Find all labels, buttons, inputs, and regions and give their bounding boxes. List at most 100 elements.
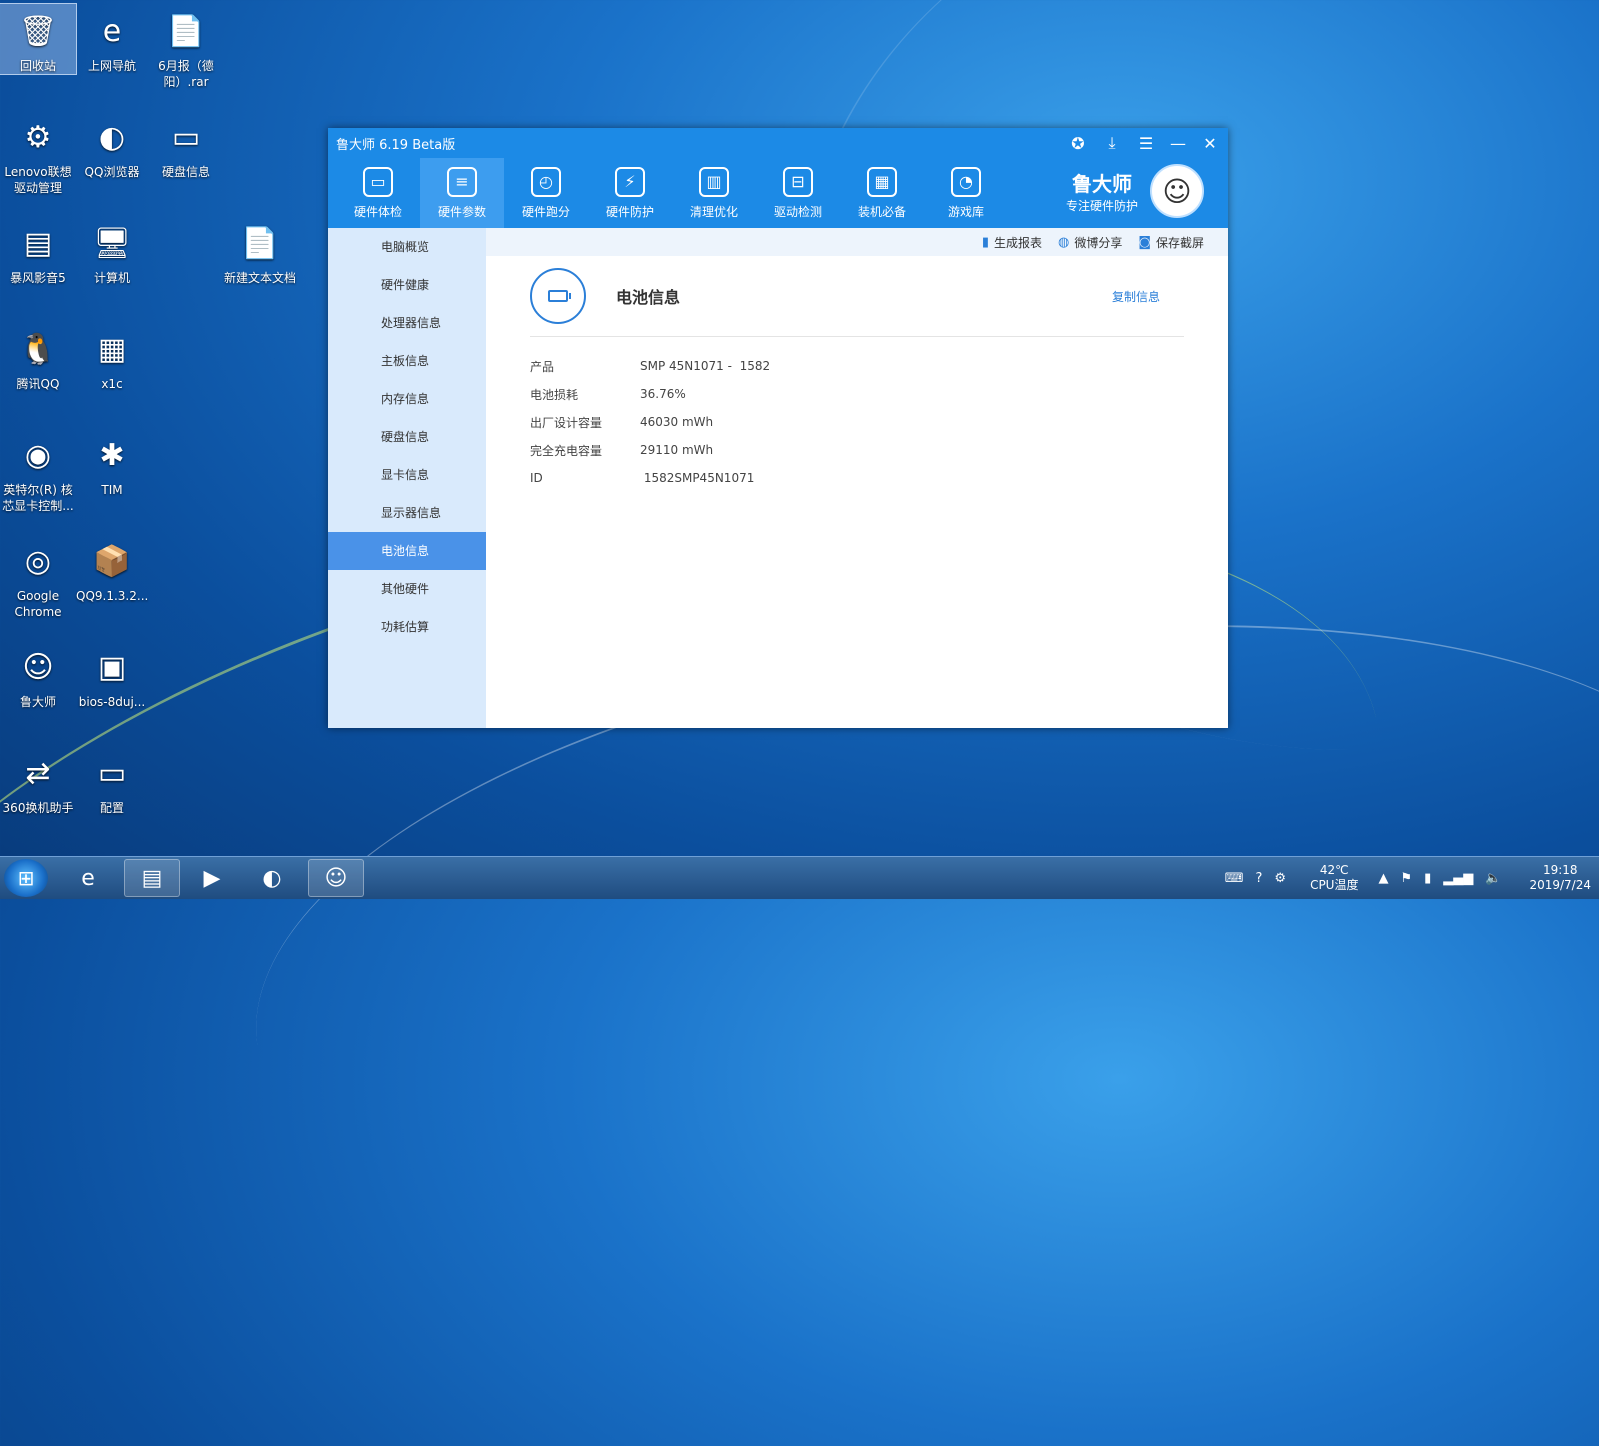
battery-info-row: 产品 SMP 45N1071 - 1582	[530, 352, 770, 380]
taskbar-qq-browser-button[interactable]: ◐	[244, 859, 300, 897]
desktop-icon[interactable]: ◐ QQ浏览器	[74, 110, 150, 180]
desktop-icon[interactable]: e 上网导航	[74, 4, 150, 74]
sidebar-item[interactable]: 显示器信息	[328, 494, 486, 532]
desktop-icon[interactable]: ✱ TIM	[74, 428, 150, 498]
sidebar-item[interactable]: 其他硬件	[328, 570, 486, 608]
tool-broom[interactable]: ▥ 清理优化	[672, 158, 756, 228]
tool-label: 装机必备	[857, 204, 906, 219]
apps-icon: ▦	[867, 166, 897, 197]
ie-icon: e	[102, 14, 122, 49]
desktop-icon[interactable]: 🐧 腾讯QQ	[0, 322, 76, 392]
system-tray: ⌨ ? ⚙ 42℃ CPU温度 ▲ ⚑ ▮ ▂▄▆ 🔈 19:18 2019/7…	[1219, 857, 1591, 899]
download-icon[interactable]: ⤓	[1096, 128, 1128, 158]
sidebar-item[interactable]: 硬件健康	[328, 266, 486, 304]
tool-label: 硬件跑分	[521, 204, 570, 219]
section-title: 电池信息	[616, 288, 681, 307]
gamepad-icon: ◔	[951, 166, 981, 197]
help-icon[interactable]: ?	[1256, 871, 1263, 886]
taskbar-ie-button[interactable]: e	[60, 859, 116, 897]
taskbar-ludashi-button[interactable]: ☺	[308, 859, 364, 897]
window-titlebar[interactable]: 鲁大师 6.19 Beta版 ✪ ⤓ ☰ — ✕	[328, 128, 1228, 158]
desktop-icon[interactable]: ☺ 鲁大师	[0, 640, 76, 710]
taskbar-explorer-button[interactable]: ▤	[124, 859, 180, 897]
sidebar-item[interactable]: 电脑概览	[328, 228, 486, 266]
signal-icon[interactable]: ▂▄▆	[1443, 871, 1473, 886]
desktop-icon[interactable]: ⇄ 360换机助手	[0, 746, 76, 816]
action-bar: ▮ 生成报表 ◍ 微博分享 ◙ 保存截屏	[486, 228, 1228, 256]
tool-shield[interactable]: ⚡ 硬件防护	[588, 158, 672, 228]
storm-player-icon: ▤	[23, 226, 53, 261]
action-chart[interactable]: ▮ 生成报表	[982, 234, 1042, 251]
desktop-icon[interactable]: ⚙ Lenovo联想驱动管理	[0, 110, 76, 196]
list-icon: ≡	[447, 166, 477, 197]
sidebar-item[interactable]: 显卡信息	[328, 456, 486, 494]
sidebar-item[interactable]: 功耗估算	[328, 608, 486, 646]
tool-gamepad[interactable]: ◔ 游戏库	[924, 158, 1008, 228]
desktop-icon-label: 计算机	[93, 271, 130, 285]
qq-browser-icon: ◐	[262, 865, 282, 891]
volume-icon[interactable]: 🔈	[1485, 871, 1501, 886]
desktop-icon[interactable]: 📦 QQ9.1.3.2...	[74, 534, 150, 604]
brand-name: 鲁大师	[1071, 172, 1132, 196]
desktop-icon[interactable]: 📄 新建文本文档	[222, 216, 298, 286]
clock[interactable]: 19:18 2019/7/24	[1529, 863, 1591, 893]
tool-apps[interactable]: ▦ 装机必备	[840, 158, 924, 228]
disk-icon: ▭	[171, 120, 201, 155]
brand: 鲁大师 专注硬件防护 ☺	[1066, 164, 1204, 218]
desktop-icon[interactable]: ▭ 配置	[74, 746, 150, 816]
minimize-icon[interactable]: —	[1162, 128, 1194, 158]
tray-settings-icon[interactable]: ⚙	[1274, 871, 1286, 886]
desktop-icon[interactable]: ▤ 暴风影音5	[0, 216, 76, 286]
qq-browser-icon: ◐	[98, 120, 126, 155]
keyboard-icon[interactable]: ⌨	[1225, 871, 1244, 886]
action-weibo[interactable]: ◍ 微博分享	[1058, 234, 1122, 251]
sidebar-item[interactable]: 硬盘信息	[328, 418, 486, 456]
desktop-icon[interactable]: 🗑 回收站	[0, 3, 77, 75]
tool-toolbox[interactable]: ⊟ 驱动检测	[756, 158, 840, 228]
desktop-icon-label: TIM	[101, 483, 123, 497]
tool-monitor[interactable]: ▭ 硬件体检	[336, 158, 420, 228]
show-hidden-icon[interactable]: ▲	[1378, 871, 1388, 886]
battery-info-row: 出厂设计容量 46030 mWh	[530, 408, 770, 436]
medal-icon[interactable]: ✪	[1062, 128, 1094, 158]
cpu-temperature[interactable]: 42℃ CPU温度	[1310, 863, 1358, 893]
tool-gauge[interactable]: ◴ 硬件跑分	[504, 158, 588, 228]
sidebar-item[interactable]: 处理器信息	[328, 304, 486, 342]
desktop-icon[interactable]: 🖥 计算机	[74, 216, 150, 286]
taskbar-media-player-button[interactable]: ▶	[184, 859, 240, 897]
sidebar-item[interactable]: 内存信息	[328, 380, 486, 418]
desktop-icon[interactable]: ◎ Google Chrome	[0, 534, 76, 620]
start-button[interactable]: ⊞	[4, 859, 48, 897]
desktop-icon[interactable]: ▭ 硬盘信息	[148, 110, 224, 180]
copy-info-link[interactable]: 复制信息	[1112, 288, 1160, 305]
gauge-icon: ◴	[531, 166, 561, 197]
close-icon[interactable]: ✕	[1194, 128, 1226, 158]
desktop-icon[interactable]: ◉ 英特尔(R) 核芯显卡控制...	[0, 428, 76, 514]
brand-slogan: 专注硬件防护	[1065, 199, 1138, 213]
action-camera[interactable]: ◙ 保存截屏	[1138, 234, 1204, 251]
flag-icon[interactable]: ⚑	[1400, 871, 1412, 886]
desktop-icon-label: Lenovo联想驱动管理	[4, 165, 72, 195]
temperature-value: 42℃	[1319, 863, 1349, 877]
desktop-icon[interactable]: ▦ x1c	[74, 322, 150, 392]
tool-list[interactable]: ≡ 硬件参数	[420, 158, 504, 228]
avatar[interactable]: ☺	[1150, 164, 1204, 218]
menu-icon[interactable]: ☰	[1130, 128, 1162, 158]
desktop-icon-label: 配置	[99, 801, 124, 815]
ludashi-icon: ☺	[324, 865, 348, 891]
taskbar: ⊞ e ▤ ▶ ◐ ☺ ⌨ ? ⚙ 42℃ CPU温度 ▲ ⚑ ▮ ▂▄▆ 🔈 19:1…	[0, 856, 1599, 899]
battery-tray-icon[interactable]: ▮	[1424, 871, 1431, 886]
clock-time: 19:18	[1542, 863, 1578, 877]
desktop-icon-label: 腾讯QQ	[16, 377, 60, 391]
qq-installer-icon: 📦	[93, 544, 131, 579]
desktop-icon[interactable]: ▣ bios-8duj...	[74, 640, 150, 710]
desktop-icon-label: bios-8duj...	[78, 695, 146, 709]
window-title: 鲁大师 6.19 Beta版	[336, 137, 456, 153]
temperature-label: CPU温度	[1310, 878, 1359, 892]
desktop-icon-label: 回收站	[19, 59, 56, 73]
sidebar-item[interactable]: 主板信息	[328, 342, 486, 380]
desktop-icon[interactable]: 📄 6月报（德阳）.rar	[148, 4, 224, 90]
text-doc-icon: 📄	[241, 226, 279, 261]
weibo-icon: ◍	[1058, 234, 1070, 250]
sidebar-item[interactable]: 电池信息	[328, 532, 486, 570]
